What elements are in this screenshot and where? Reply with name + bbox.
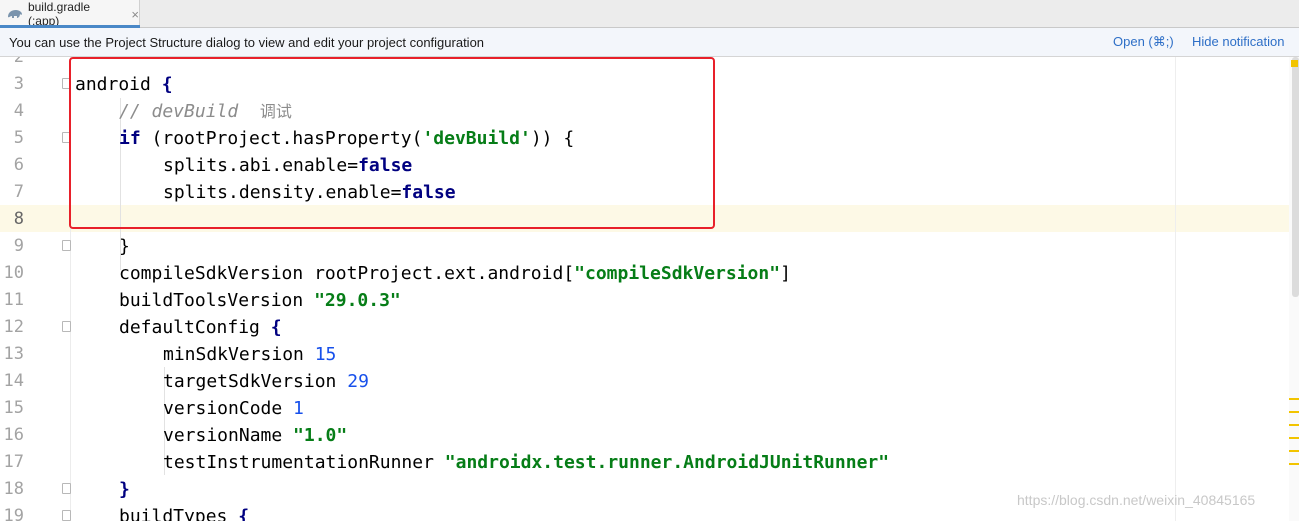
fold-toggle-icon[interactable] [62,483,71,494]
warning-marker[interactable] [1289,437,1299,439]
line-number: 13 [3,344,24,364]
code-text: testInstrumentationRunner [163,452,445,473]
warning-marker[interactable] [1289,411,1299,413]
warning-marker[interactable] [1291,60,1298,67]
code-line[interactable]: 11 buildToolsVersion "29.0.3" [0,287,1288,314]
watermark: https://blog.csdn.net/weixin_40845165 [1017,492,1256,508]
code-number: 1 [293,398,304,419]
line-number: 7 [13,182,24,202]
code-text: buildToolsVersion [119,290,315,311]
code-text: versionCode [163,398,294,419]
code-line[interactable]: 10 compileSdkVersion rootProject.ext.and… [0,260,1288,287]
line-number: 17 [3,452,24,472]
line-number: 4 [13,101,24,121]
line-number: 11 [3,290,24,310]
line-number: 10 [3,263,24,283]
code-string: "androidx.test.runner.AndroidJUnitRunner… [444,452,890,473]
code-string: "compileSdkVersion" [574,263,781,284]
line-number: 3 [13,74,24,94]
line-number: 12 [3,317,24,337]
fold-toggle-icon[interactable] [62,510,71,521]
code-brace: { [270,317,282,338]
code-text: ] [780,263,791,284]
notification-banner: You can use the Project Structure dialog… [0,28,1299,57]
code-line[interactable]: 15 versionCode 1 [0,395,1288,422]
red-highlight-annotation [69,57,715,229]
code-text: minSdkVersion [163,344,315,365]
code-line[interactable]: 14 targetSdkVersion 29 [0,368,1288,395]
code-text: defaultConfig [119,317,271,338]
code-text: versionName [163,425,294,446]
code-brace: } [119,479,130,500]
fold-toggle-icon[interactable] [62,321,71,332]
line-number: 6 [13,155,24,175]
code-brace: { [238,506,250,521]
notification-message: You can use the Project Structure dialog… [9,35,485,50]
code-line[interactable]: 13 minSdkVersion 15 [0,341,1288,368]
code-line[interactable]: 17 testInstrumentationRunner "androidx.t… [0,449,1288,476]
hide-notification-link[interactable]: Hide notification [1192,34,1285,49]
code-string: "1.0" [293,425,348,446]
code-string: "29.0.3" [314,290,401,311]
code-line[interactable]: 16 versionName "1.0" [0,422,1288,449]
code-editor[interactable]: 2 3 android { 4 // devBuild 调试 5 if (roo… [0,57,1299,521]
fold-toggle-icon[interactable] [62,240,71,251]
line-number: 2 [13,57,24,67]
code-line[interactable]: 9 } [0,233,1288,260]
line-number: 14 [3,371,24,391]
line-number: 5 [13,128,24,148]
code-text: compileSdkVersion rootProject.ext.androi… [119,263,575,284]
tab-title: build.gradle (:app) [27,0,90,28]
line-number: 15 [3,398,24,418]
line-number: 18 [3,479,24,499]
warning-marker[interactable] [1289,398,1299,400]
code-text: buildTypes [119,506,239,521]
gradle-elephant-icon [7,10,22,18]
warning-marker[interactable] [1289,463,1299,465]
line-number: 9 [13,236,24,256]
line-number: 16 [3,425,24,445]
open-project-structure-link[interactable]: Open (⌘;) [1113,34,1174,50]
line-number: 19 [3,506,24,521]
vertical-scrollbar-thumb[interactable] [1292,57,1299,297]
close-tab-icon[interactable]: × [131,7,139,22]
code-text: targetSdkVersion [163,371,348,392]
code-number: 15 [314,344,337,365]
warning-marker[interactable] [1289,424,1299,426]
code-number: 29 [347,371,369,392]
warning-marker[interactable] [1289,450,1299,452]
line-number: 8 [13,209,24,229]
code-line[interactable]: 12 defaultConfig { [0,314,1288,341]
editor-tab-bar: build.gradle (:app) × [0,0,1299,28]
code-text: } [119,236,130,257]
tab-build-gradle[interactable]: build.gradle (:app) × [0,0,140,28]
